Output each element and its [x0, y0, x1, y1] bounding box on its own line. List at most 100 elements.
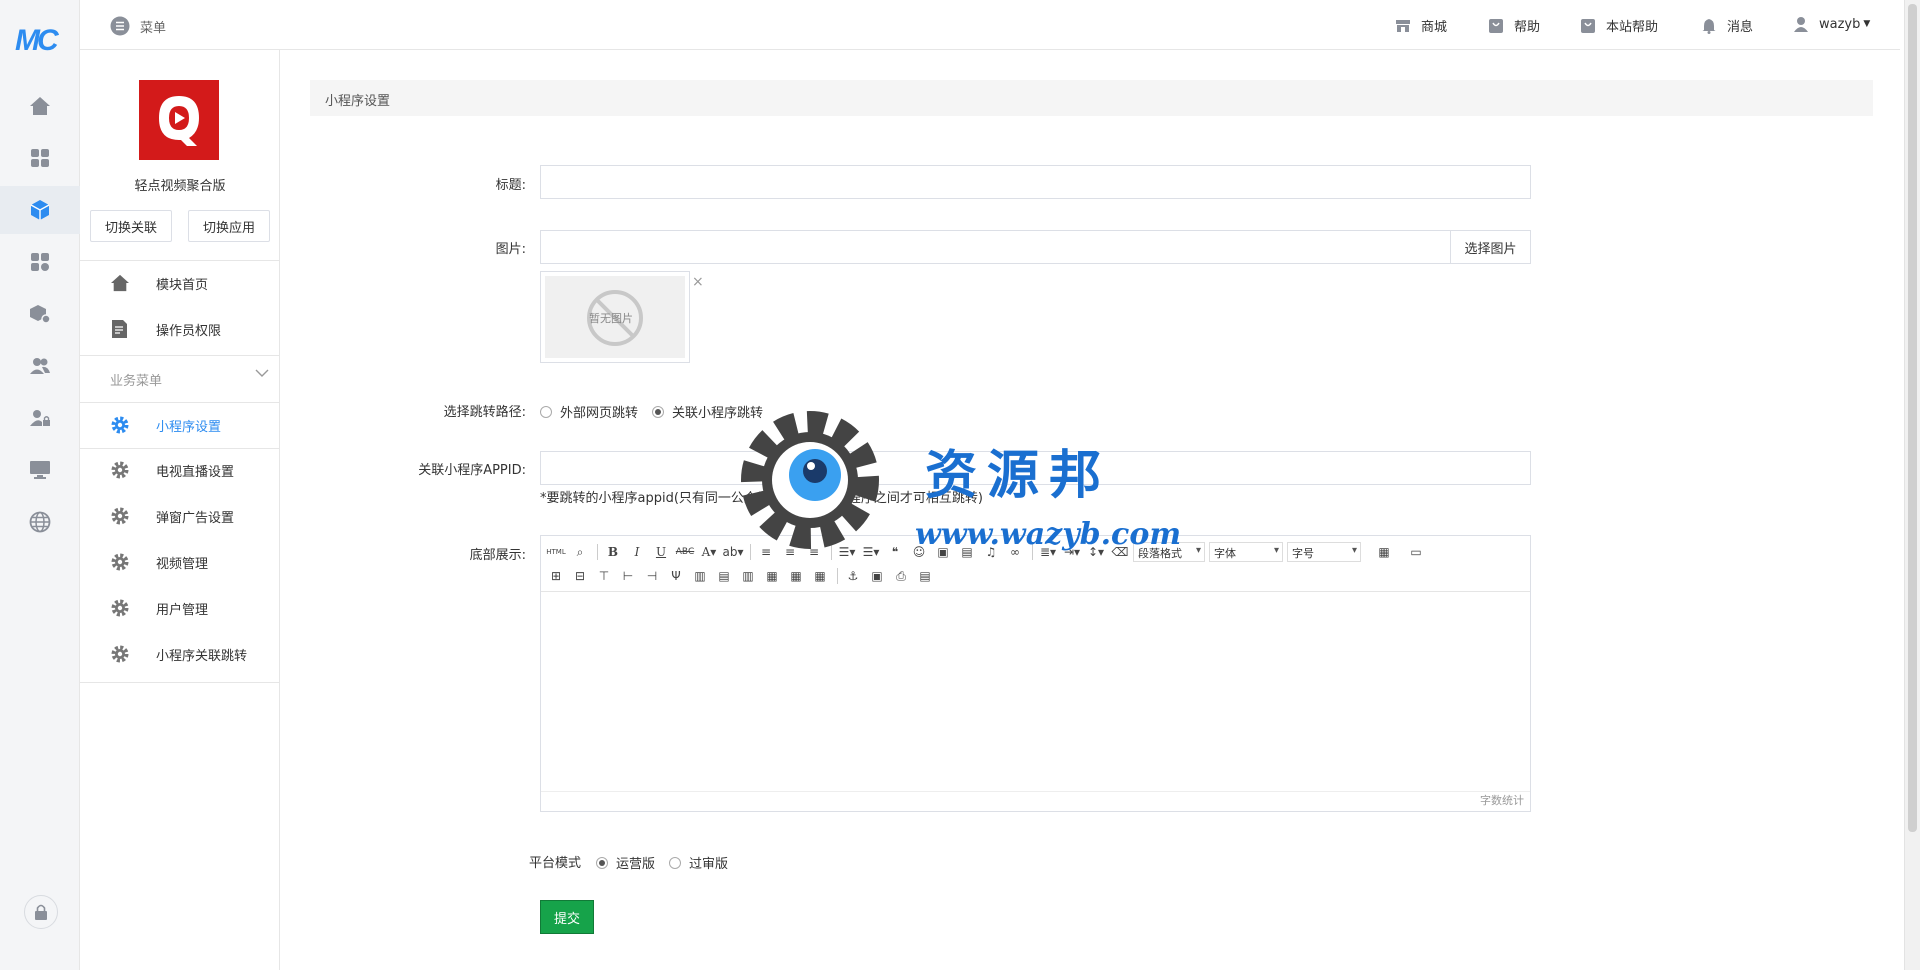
- user-menu[interactable]: wazyb ▼: [1793, 16, 1870, 32]
- format-clear-icon[interactable]: ⌫: [1109, 542, 1131, 562]
- sidebar-item-user-management[interactable]: 用户管理: [80, 586, 280, 630]
- sidebar-item-tv-live-settings[interactable]: 电视直播设置: [80, 448, 280, 492]
- italic-icon[interactable]: I: [626, 542, 648, 562]
- paste-icon[interactable]: ▤: [914, 566, 936, 586]
- gear-icon: [110, 506, 130, 526]
- radio-review-mode[interactable]: [669, 856, 682, 869]
- html-source-icon[interactable]: HTML: [545, 542, 567, 562]
- cube-icon[interactable]: [0, 186, 80, 234]
- page-break-icon[interactable]: ▣: [866, 566, 888, 586]
- font-color-icon[interactable]: A▾: [698, 542, 720, 562]
- sidebar-item-popup-ad-settings[interactable]: 弹窗广告设置: [80, 494, 280, 538]
- quote-icon[interactable]: ❝: [884, 542, 906, 562]
- modules-icon[interactable]: [28, 250, 52, 274]
- radio-external-web[interactable]: [540, 405, 552, 418]
- gear-icon: [110, 552, 130, 572]
- insert-col-icon[interactable]: ⊢: [617, 566, 639, 586]
- table-icon[interactable]: ▦: [1373, 542, 1395, 562]
- site-help-link[interactable]: 本站帮助: [1580, 16, 1658, 35]
- split-row-icon[interactable]: ▤: [713, 566, 735, 586]
- sidebar-item-miniapp-link-jump[interactable]: 小程序关联跳转: [80, 632, 280, 676]
- radio-label[interactable]: 外部网页跳转: [560, 402, 638, 421]
- link-icon[interactable]: ∞: [1004, 542, 1026, 562]
- document-edit-icon: [110, 319, 130, 339]
- help-link-label[interactable]: 帮助: [1514, 16, 1540, 35]
- indent-icon[interactable]: ⇥▾: [1061, 542, 1083, 562]
- sidebar-item-video-management[interactable]: 视频管理: [80, 540, 280, 584]
- save-icon[interactable]: ▤: [956, 542, 978, 562]
- switch-app-button[interactable]: 切换应用: [188, 210, 270, 242]
- ordered-list-icon[interactable]: ☰▾: [836, 542, 858, 562]
- brand-logo[interactable]: MC: [15, 24, 65, 58]
- close-icon[interactable]: ×: [692, 274, 704, 290]
- scrollbar[interactable]: [1904, 0, 1920, 970]
- mall-link-label[interactable]: 商城: [1421, 16, 1447, 35]
- box-settings-icon[interactable]: [28, 302, 52, 326]
- radio-operation-mode[interactable]: [596, 856, 608, 869]
- anchor-icon[interactable]: ⚓: [842, 566, 864, 586]
- insert-row-icon[interactable]: ⊤: [593, 566, 615, 586]
- mall-link[interactable]: 商城: [1395, 16, 1447, 35]
- rich-text-editor[interactable]: HTML ⌕ B I U ABC A▾ ab▾ ≡ ≡ ≡ ☰▾ ☰▾ ❝ ☺ …: [540, 535, 1531, 812]
- switch-link-button[interactable]: 切换关联: [90, 210, 172, 242]
- music-icon[interactable]: ♫: [980, 542, 1002, 562]
- font-family-select[interactable]: 字体: [1209, 542, 1283, 562]
- align-right-icon[interactable]: ≡: [803, 542, 825, 562]
- lock-icon[interactable]: [24, 895, 58, 929]
- scrollbar-thumb[interactable]: [1908, 4, 1917, 832]
- split-cell-icon[interactable]: ▥: [689, 566, 711, 586]
- bag-icon: [1489, 18, 1503, 33]
- sidebar-item-module-home[interactable]: 模块首页: [80, 261, 280, 305]
- split-col-icon[interactable]: ▥: [737, 566, 759, 586]
- radio-linked-miniapp[interactable]: [652, 405, 665, 418]
- monitor-icon[interactable]: [28, 458, 52, 482]
- title-input[interactable]: [540, 165, 1531, 199]
- home-icon[interactable]: [28, 94, 52, 118]
- bold-icon[interactable]: B: [602, 542, 624, 562]
- delete-table-icon[interactable]: ▦: [785, 566, 807, 586]
- messages-link-label[interactable]: 消息: [1727, 16, 1753, 35]
- radio-label[interactable]: 运营版: [616, 853, 655, 872]
- paragraph-align-icon[interactable]: ≣▾: [1037, 542, 1059, 562]
- submit-button[interactable]: 提交: [540, 900, 594, 934]
- sidebar-item-label: 用户管理: [156, 602, 209, 618]
- messages-link[interactable]: 消息: [1701, 16, 1753, 35]
- image-icon[interactable]: ▣: [932, 542, 954, 562]
- align-left-icon[interactable]: ≡: [755, 542, 777, 562]
- delete-col-icon[interactable]: ⊣: [641, 566, 663, 586]
- menu-toggle[interactable]: 菜单: [110, 16, 166, 36]
- help-link[interactable]: 帮助: [1488, 16, 1540, 35]
- merge-cells-icon[interactable]: ▦: [809, 566, 831, 586]
- delete-row-icon[interactable]: ▦: [761, 566, 783, 586]
- table-props-icon[interactable]: ⊟: [569, 566, 591, 586]
- radio-label[interactable]: 过审版: [689, 853, 728, 872]
- apps-grid-icon[interactable]: [28, 146, 52, 170]
- fullscreen-icon[interactable]: ▭: [1405, 542, 1427, 562]
- user-lock-icon[interactable]: [28, 406, 52, 430]
- font-size-select[interactable]: 字号: [1287, 542, 1361, 562]
- underline-icon[interactable]: U: [650, 542, 672, 562]
- unordered-list-icon[interactable]: ☰▾: [860, 542, 882, 562]
- platform-mode-label: 平台模式: [528, 856, 581, 871]
- appid-input[interactable]: [540, 451, 1531, 485]
- chevron-down-icon[interactable]: [255, 368, 269, 378]
- print-icon[interactable]: ⎙: [890, 566, 912, 586]
- username[interactable]: wazyb: [1819, 17, 1860, 32]
- merge-icon[interactable]: Ψ: [665, 566, 687, 586]
- choose-image-button[interactable]: 选择图片: [1450, 230, 1531, 264]
- strikethrough-icon[interactable]: ABC: [674, 542, 696, 562]
- insert-table-icon[interactable]: ⊞: [545, 566, 567, 586]
- image-input[interactable]: [540, 230, 1451, 264]
- users-icon[interactable]: [28, 354, 52, 378]
- globe-icon[interactable]: [28, 510, 52, 534]
- radio-label[interactable]: 关联小程序跳转: [672, 402, 763, 421]
- emoji-icon[interactable]: ☺: [908, 542, 930, 562]
- preview-icon[interactable]: ⌕: [569, 542, 591, 562]
- site-help-link-label[interactable]: 本站帮助: [1606, 16, 1658, 35]
- sidebar-item-operator-permissions[interactable]: 操作员权限: [80, 307, 280, 351]
- align-center-icon[interactable]: ≡: [779, 542, 801, 562]
- highlight-icon[interactable]: ab▾: [722, 542, 744, 562]
- sidebar-item-miniapp-settings[interactable]: 小程序设置: [80, 403, 280, 447]
- paragraph-format-select[interactable]: 段落格式: [1133, 542, 1205, 562]
- line-height-icon[interactable]: ↕▾: [1085, 542, 1107, 562]
